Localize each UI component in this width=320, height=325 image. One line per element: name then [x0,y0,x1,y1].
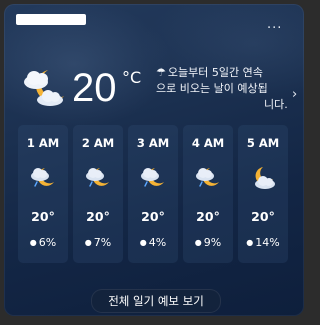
alert-text-line2: 으로 비오는 날이 예상됩 [156,82,268,95]
alert-text-line3: 니다. [264,98,288,111]
hourly-tile-4am[interactable]: 4 AM 20° ● 9% [183,125,233,263]
raindrop-icon: ● [29,238,37,247]
hour-label: 2 AM [81,136,115,150]
full-forecast-button[interactable]: 전체 일기 예보 보기 [91,289,221,313]
hourly-tile-5am[interactable]: 5 AM 20° ● 14% [238,125,288,263]
partly-cloudy-night-icon [255,167,275,189]
hour-label: 1 AM [26,136,60,150]
partly-cloudy-night-rain-icon [196,168,219,187]
raindrop-icon: ● [84,238,92,247]
precipitation-chance: ● 9% [194,236,222,249]
hour-temperature: 20° [31,209,55,224]
hour-temperature: 20° [251,209,275,224]
precipitation-chance: ● 6% [29,236,57,249]
partly-cloudy-night-rain-icon [86,168,109,187]
hour-temperature: 20° [141,209,165,224]
weather-widget[interactable]: ··· 20 °C ☂ 오늘부터 5일간 연속 으로 비오는 날이 예상됩 니다.… [4,4,304,316]
hour-label: 4 AM [191,136,225,150]
raindrop-icon: ● [194,238,202,247]
partly-cloudy-night-icon [24,70,64,106]
current-temperature: 20 [72,66,117,110]
temperature-unit: °C [122,68,142,87]
precipitation-chance: ● 7% [84,236,112,249]
alert-text-line1: 오늘부터 5일간 연속 [167,66,263,79]
rain-alert-link[interactable]: ☂ 오늘부터 5일간 연속 으로 비오는 날이 예상됩 니다. [156,65,296,113]
more-options-button[interactable]: ··· [267,22,282,35]
raindrop-icon: ● [139,238,147,247]
hour-label: 5 AM [246,136,280,150]
precipitation-chance: ● 14% [246,236,280,249]
hourly-tile-2am[interactable]: 2 AM 20° ● 7% [73,125,123,263]
precipitation-chance: ● 4% [139,236,167,249]
hourly-tile-3am[interactable]: 3 AM 20° ● 4% [128,125,178,263]
raindrop-icon: ● [246,238,254,247]
location-label-redacted [16,14,86,25]
chevron-right-icon[interactable]: › [292,87,297,102]
partly-cloudy-night-rain-icon [141,168,164,187]
hourly-tile-1am[interactable]: 1 AM 20° ● 6% [18,125,68,263]
hour-temperature: 20° [196,209,220,224]
umbrella-icon: ☂ [156,66,166,79]
hour-temperature: 20° [86,209,110,224]
hour-label: 3 AM [136,136,170,150]
partly-cloudy-night-rain-icon [31,168,54,187]
